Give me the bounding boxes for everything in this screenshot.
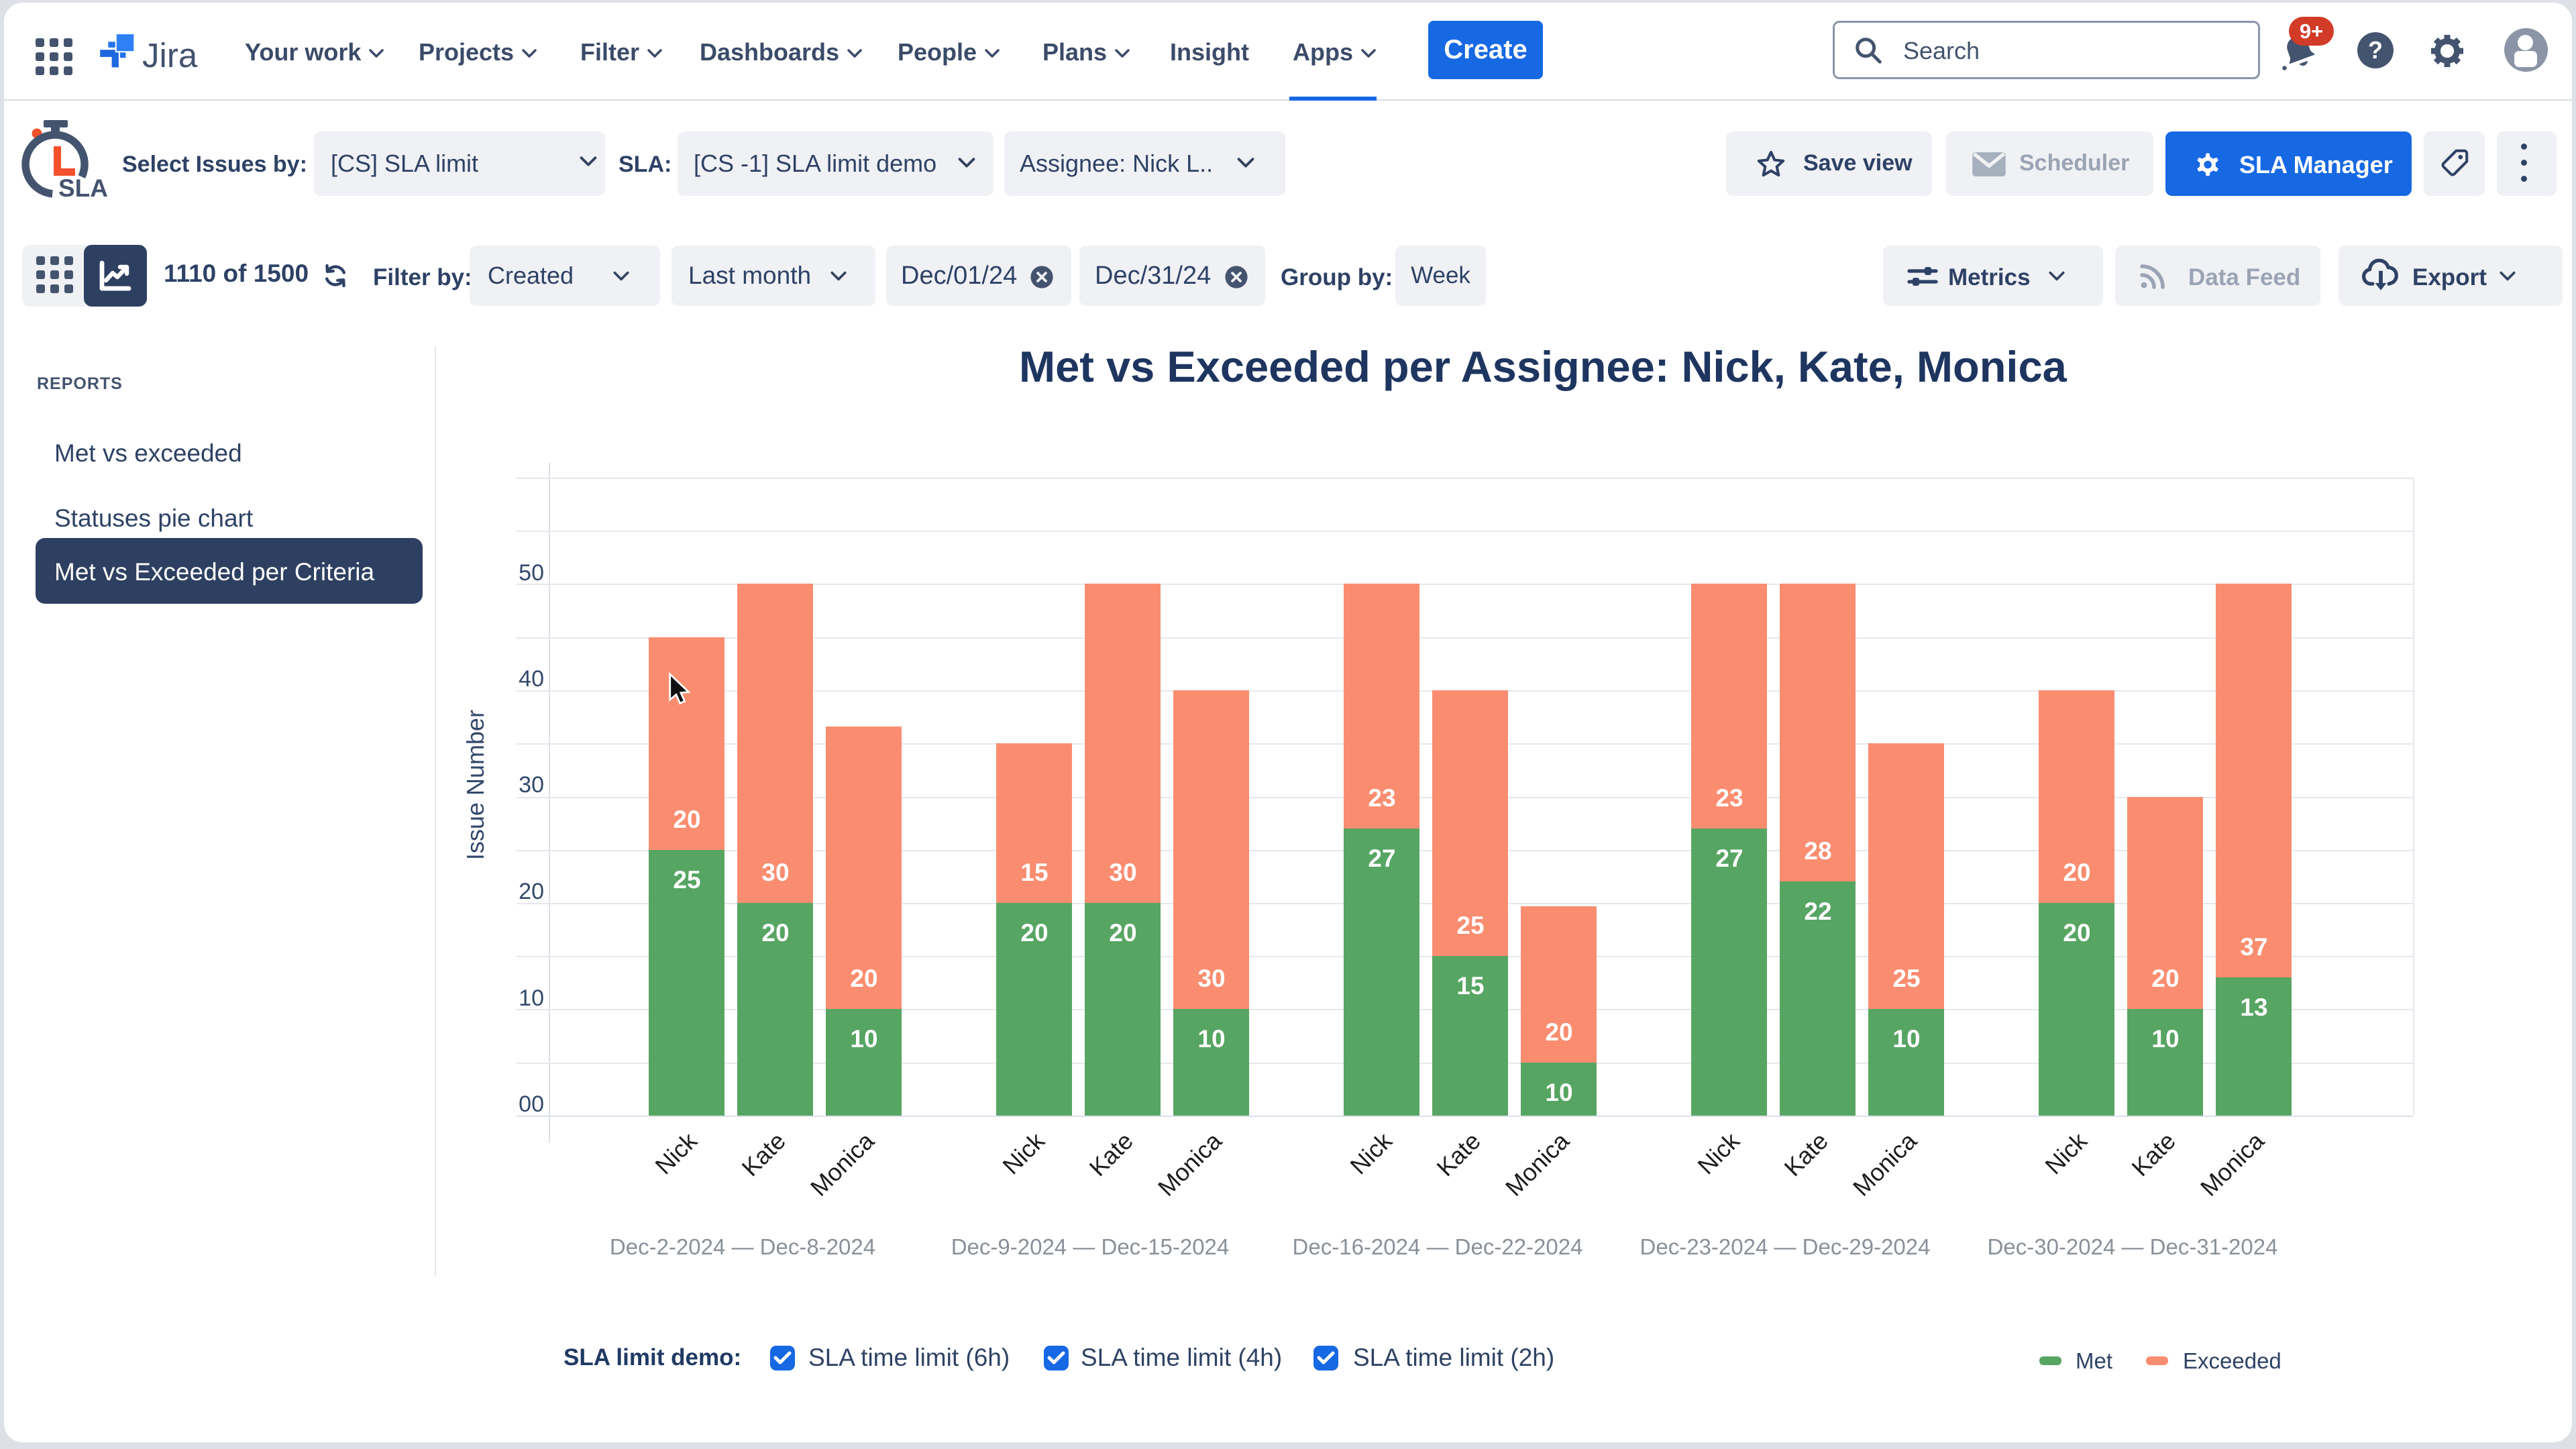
svg-text:SLA: SLA bbox=[58, 174, 108, 202]
